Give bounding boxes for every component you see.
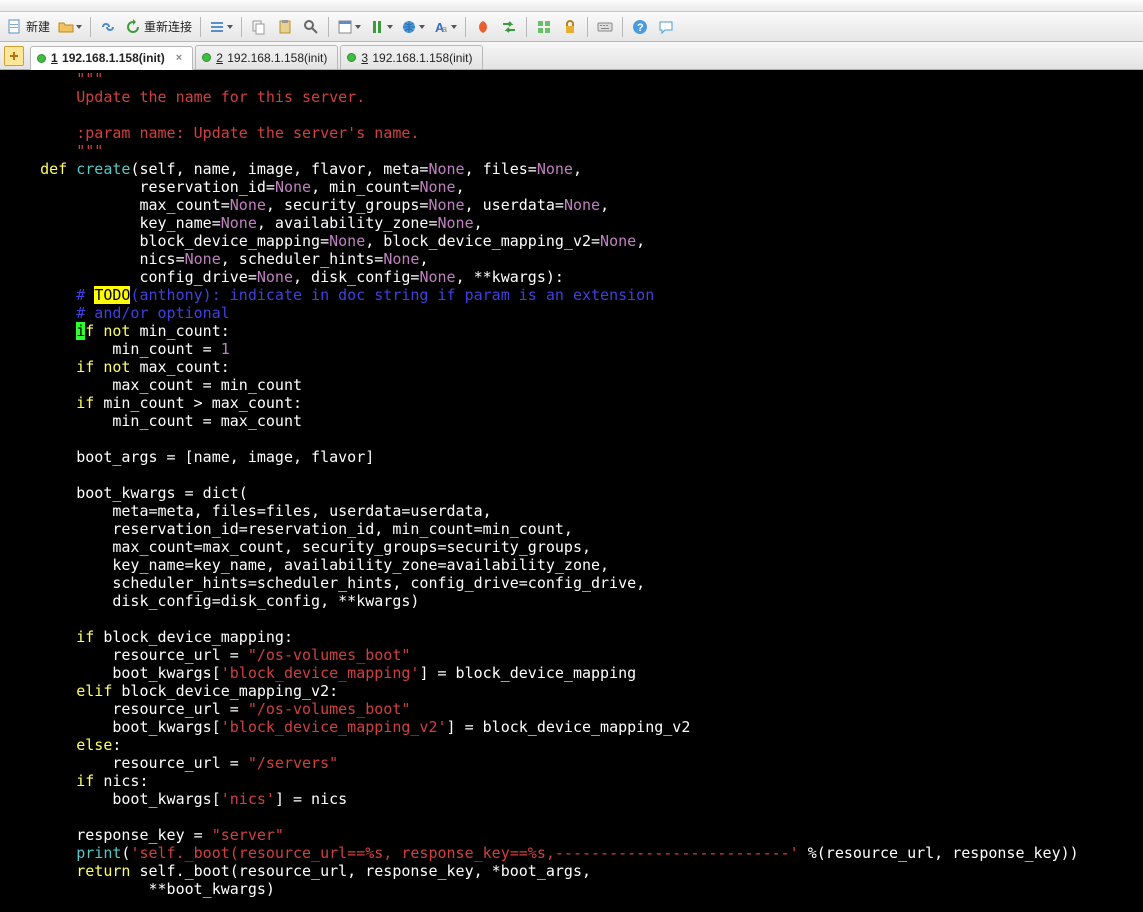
new-button-label: 新建 [26, 18, 50, 35]
globe-button[interactable] [398, 15, 428, 39]
main-toolbar: 新建 重新连接 Aa [0, 12, 1143, 42]
lock-icon [562, 19, 578, 35]
tabbar-menu-button[interactable] [4, 46, 24, 66]
dropdown-arrow-icon [387, 25, 393, 29]
status-dot-icon [37, 54, 46, 63]
lock-button[interactable] [558, 15, 582, 39]
tools-button[interactable] [366, 15, 396, 39]
shell-button[interactable] [471, 15, 495, 39]
globe-icon [401, 19, 417, 35]
tools-icon [369, 19, 385, 35]
reconnect-button-label: 重新连接 [144, 18, 192, 35]
dropdown-arrow-icon [355, 25, 361, 29]
transfer-button[interactable] [497, 15, 521, 39]
dropdown-arrow-icon [76, 25, 82, 29]
close-icon[interactable]: × [176, 52, 182, 64]
tab-label: 2 192.168.1.158(init) [216, 51, 327, 65]
toolbar-separator [526, 17, 527, 37]
shell-icon [475, 19, 491, 35]
copy-icon [251, 19, 267, 35]
dropdown-arrow-icon [451, 25, 457, 29]
tab-label: 1 192.168.1.158(init) [51, 51, 165, 65]
properties-icon [337, 19, 353, 35]
dropdown-arrow-icon [419, 25, 425, 29]
open-folder-icon [58, 19, 74, 35]
new-button[interactable]: 新建 [4, 15, 53, 39]
code-content: """ Update the name for this server. :pa… [0, 70, 1143, 898]
toolbar-separator [587, 17, 588, 37]
font-icon: Aa [433, 19, 449, 35]
tabbar: 1 192.168.1.158(init) × 2 192.168.1.158(… [0, 42, 1143, 70]
reconnect-button[interactable]: 重新连接 [122, 15, 195, 39]
toolbar-separator [90, 17, 91, 37]
grid-icon [536, 19, 552, 35]
chat-icon [658, 19, 674, 35]
plus-icon [9, 51, 19, 61]
svg-text:?: ? [637, 22, 644, 34]
paste-icon [277, 19, 293, 35]
code-editor[interactable]: """ Update the name for this server. :pa… [0, 70, 1143, 912]
status-dot-icon [202, 53, 211, 62]
font-button[interactable]: Aa [430, 15, 460, 39]
transfer-icon [501, 19, 517, 35]
refresh-icon [125, 19, 141, 35]
help-icon: ? [632, 19, 648, 35]
dropdown-arrow-icon [227, 25, 233, 29]
list-icon [209, 19, 225, 35]
config-button[interactable] [206, 15, 236, 39]
toolbar-separator [328, 17, 329, 37]
keyboard-icon [597, 19, 613, 35]
toolbar-separator [622, 17, 623, 37]
toolbar-separator [465, 17, 466, 37]
link-icon [100, 19, 116, 35]
new-file-icon [7, 19, 23, 35]
toolbar-separator [241, 17, 242, 37]
menubar[interactable] [0, 0, 1143, 12]
link-button[interactable] [96, 15, 120, 39]
search-icon [303, 19, 319, 35]
help-button[interactable]: ? [628, 15, 652, 39]
copy-button[interactable] [247, 15, 271, 39]
tab-1[interactable]: 1 192.168.1.158(init) × [30, 46, 193, 70]
tab-2[interactable]: 2 192.168.1.158(init) [195, 45, 338, 69]
open-button[interactable] [55, 15, 85, 39]
chat-button[interactable] [654, 15, 678, 39]
tab-3[interactable]: 3 192.168.1.158(init) [340, 45, 483, 69]
properties-button[interactable] [334, 15, 364, 39]
toolbar-separator [200, 17, 201, 37]
status-dot-icon [347, 53, 356, 62]
search-button[interactable] [299, 15, 323, 39]
paste-button[interactable] [273, 15, 297, 39]
tab-label: 3 192.168.1.158(init) [361, 51, 472, 65]
layout1-button[interactable] [532, 15, 556, 39]
svg-text:a: a [442, 24, 447, 34]
keyboard-button[interactable] [593, 15, 617, 39]
